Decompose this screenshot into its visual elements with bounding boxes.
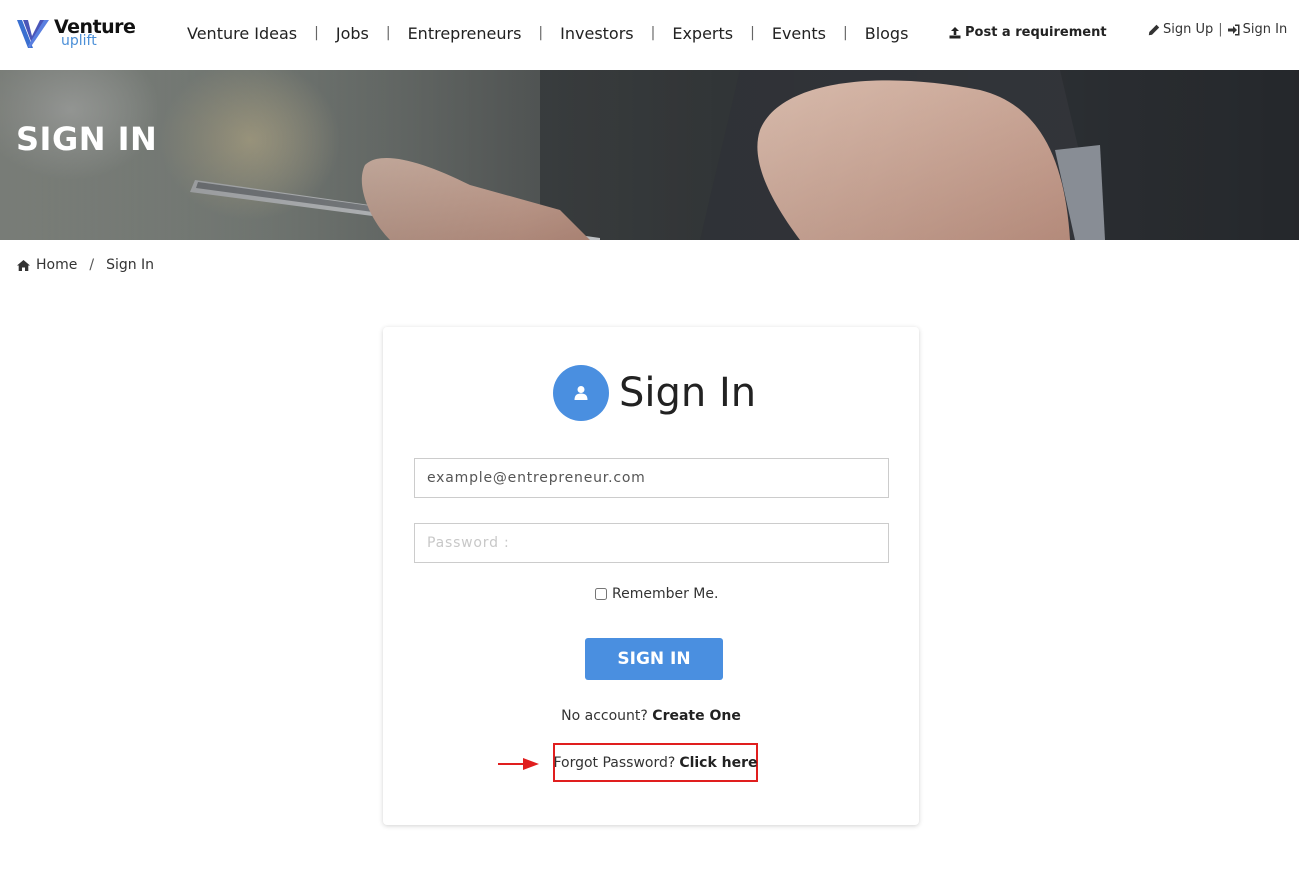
create-one-link[interactable]: Create One bbox=[652, 708, 741, 724]
card-header: Sign In bbox=[553, 365, 756, 421]
password-field[interactable] bbox=[414, 523, 889, 563]
nav-separator: | bbox=[843, 25, 848, 41]
sign-in-link[interactable]: Sign In bbox=[1243, 22, 1288, 37]
venture-uplift-logo[interactable]: Venture uplift bbox=[16, 16, 136, 50]
nav-separator: | bbox=[538, 25, 544, 41]
logo-word-uplift: uplift bbox=[61, 33, 97, 49]
nav-item-experts[interactable]: Experts bbox=[672, 24, 733, 43]
upload-icon bbox=[949, 26, 961, 38]
nav-separator: | bbox=[314, 25, 319, 41]
breadcrumb-home[interactable]: Home bbox=[36, 257, 77, 273]
main-nav: Venture Ideas | Jobs | Entrepreneurs | I… bbox=[187, 21, 908, 45]
v-logo-icon bbox=[17, 20, 49, 48]
no-account-row: No account? Create One bbox=[383, 708, 919, 724]
nav-item-investors[interactable]: Investors bbox=[560, 24, 633, 43]
click-here-link[interactable]: Click here bbox=[679, 755, 757, 771]
email-field[interactable] bbox=[414, 458, 889, 498]
remember-me-label: Remember Me. bbox=[612, 586, 719, 602]
home-icon bbox=[17, 259, 30, 271]
user-icon bbox=[574, 386, 588, 400]
breadcrumb-separator: / bbox=[89, 257, 95, 273]
annotation-arrow-icon bbox=[498, 758, 539, 770]
auth-separator: | bbox=[1218, 22, 1223, 37]
nav-item-jobs[interactable]: Jobs bbox=[336, 24, 369, 43]
forgot-password-text: Forgot Password? bbox=[553, 754, 676, 771]
sign-in-card: Sign In Remember Me. SIGN IN No account?… bbox=[383, 327, 919, 825]
site-header: Venture uplift Venture Ideas | Jobs | En… bbox=[0, 0, 1299, 70]
breadcrumb-current: Sign In bbox=[106, 257, 155, 273]
breadcrumb: Home / Sign In bbox=[17, 257, 154, 273]
nav-separator: | bbox=[650, 25, 656, 41]
sign-up-link[interactable]: Sign Up bbox=[1163, 22, 1213, 37]
nav-item-venture-ideas[interactable]: Venture Ideas bbox=[187, 24, 297, 43]
remember-me[interactable]: Remember Me. bbox=[595, 586, 718, 602]
nav-separator: | bbox=[385, 25, 391, 41]
pencil-icon bbox=[1148, 24, 1160, 35]
post-requirement-label: Post a requirement bbox=[965, 25, 1107, 40]
banner-photo bbox=[0, 70, 1299, 240]
nav-item-entrepreneurs[interactable]: Entrepreneurs bbox=[408, 24, 522, 43]
forgot-password-highlight: Forgot Password? Click here bbox=[553, 743, 758, 782]
nav-item-blogs[interactable]: Blogs bbox=[865, 24, 909, 43]
post-requirement-link[interactable]: Post a requirement bbox=[949, 25, 1107, 40]
nav-item-events[interactable]: Events bbox=[772, 24, 826, 43]
user-avatar-icon bbox=[553, 365, 609, 421]
form-title: Sign In bbox=[619, 370, 757, 416]
no-account-text: No account? bbox=[561, 708, 648, 724]
sign-in-button[interactable]: SIGN IN bbox=[585, 638, 723, 680]
nav-separator: | bbox=[750, 25, 755, 41]
auth-links: Sign Up | Sign In bbox=[1148, 22, 1287, 37]
sign-in-icon bbox=[1227, 24, 1240, 35]
banner-title: SIGN IN bbox=[16, 120, 158, 158]
page-banner: SIGN IN bbox=[0, 70, 1299, 240]
remember-me-checkbox[interactable] bbox=[595, 588, 607, 600]
